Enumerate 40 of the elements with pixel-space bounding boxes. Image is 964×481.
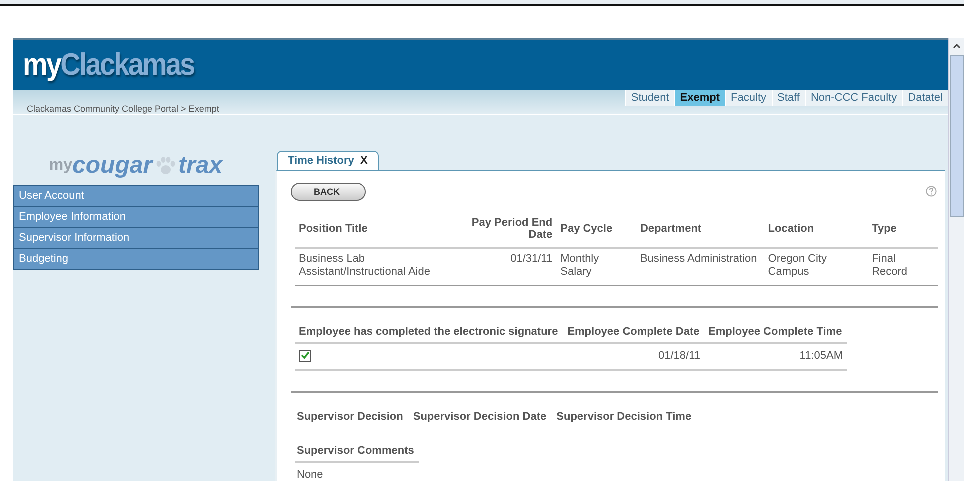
comments-text: None	[296, 468, 324, 481]
column-header: Supervisor Decision Date	[413, 411, 547, 423]
role-tab[interactable]: Faculty	[725, 90, 772, 106]
column-header: Pay Cycle	[556, 210, 636, 248]
scroll-up-icon[interactable]	[952, 43, 960, 49]
back-button[interactable]: BACK	[291, 182, 366, 200]
column-header: Supervisor Decision	[297, 411, 404, 423]
table-cell: Business Lab Assistant/Instructional Aide	[295, 248, 453, 285]
role-tab[interactable]: Exempt	[674, 90, 726, 106]
table-cell: Business Administration	[636, 248, 764, 285]
table-cell: Final Record	[868, 248, 938, 285]
page-tab[interactable]: Time History X	[277, 150, 379, 170]
column-header: Supervisor Decision Time	[556, 411, 692, 423]
table-cell: Monthly Salary	[556, 248, 636, 285]
cougar-trax-logo: mycougar trax	[48, 150, 224, 180]
column-header: Position Title	[295, 210, 453, 248]
checkbox[interactable]	[299, 350, 311, 362]
table-cell: 01/18/11	[564, 342, 705, 370]
column-header: Employee Complete Date	[564, 326, 705, 342]
column-header: Location	[764, 210, 868, 248]
table-cell: 11:05AM	[704, 342, 847, 370]
site-logo[interactable]: myClackamas	[23, 46, 194, 83]
sidebar-item[interactable]: Budgeting	[14, 248, 258, 268]
table-cell: 01/31/11	[452, 248, 557, 285]
table-cell: Oregon City Campus	[764, 248, 868, 285]
sidebar-item[interactable]: Supervisor Information	[14, 226, 258, 248]
column-header: Supervisor Comments	[297, 445, 414, 457]
role-tab[interactable]: Non-CCC Faculty	[804, 90, 902, 106]
scrollbar[interactable]	[948, 38, 964, 481]
breadcrumb: Clackamas Community College Portal > Exempt	[26, 102, 220, 114]
column-header: Employee has completed the electronic signature	[295, 326, 564, 342]
column-header: Pay Period End Date	[452, 210, 557, 248]
paw-icon	[154, 156, 177, 176]
column-header: Type	[868, 210, 938, 248]
sidebar-item[interactable]: Employee Information	[14, 206, 258, 226]
column-header: Department	[636, 210, 764, 248]
role-tab[interactable]: Staff	[772, 90, 805, 106]
close-tab-button[interactable]: X	[360, 154, 368, 166]
column-header: Employee Complete Time	[704, 326, 847, 342]
sidebar-item[interactable]: User Account	[14, 186, 258, 206]
